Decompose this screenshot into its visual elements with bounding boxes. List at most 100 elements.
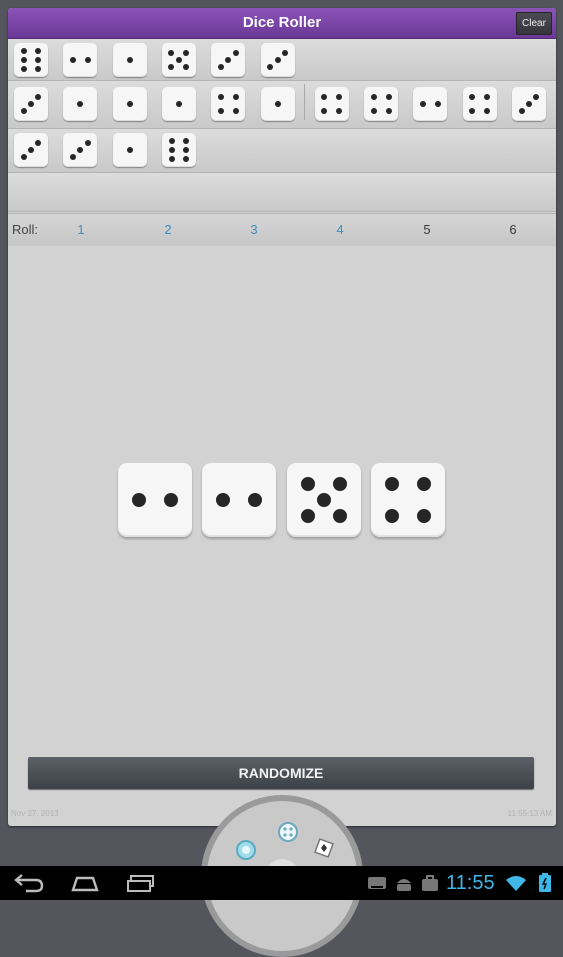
clear-button[interactable]: Clear (516, 12, 552, 35)
roll-option-3[interactable]: 3 (239, 214, 269, 246)
die-pip (21, 65, 28, 72)
die-pip (84, 57, 91, 63)
die-pip (175, 101, 182, 107)
die-pip (131, 493, 146, 507)
die-pip (34, 65, 41, 72)
die-pip (370, 93, 377, 100)
die-pip (28, 101, 34, 107)
die-pip (164, 493, 179, 507)
history-die (112, 87, 147, 121)
die-pip (21, 48, 28, 55)
die-pip (168, 49, 175, 56)
die-pip (84, 139, 91, 146)
roll-selector-bar: Roll: 1 2 3 4 5 6 (8, 213, 556, 246)
die-pip (336, 108, 343, 115)
randomize-button[interactable]: RANDOMIZE (28, 757, 534, 789)
battery-icon (539, 873, 551, 892)
die-pip (169, 147, 176, 153)
roll-label: Roll: (12, 222, 39, 237)
history-row[interactable] (8, 81, 556, 129)
result-die (202, 463, 276, 537)
history-row[interactable] (8, 39, 556, 81)
roll-option-2[interactable]: 2 (153, 214, 183, 246)
recent-apps-icon[interactable] (124, 872, 158, 894)
history-die (63, 43, 98, 77)
die-pip (385, 93, 392, 100)
die-pip (417, 476, 432, 491)
die-pip (34, 57, 41, 63)
die-pip (35, 93, 42, 100)
roll-option-5[interactable]: 5 (412, 214, 442, 246)
die-pip (370, 108, 377, 115)
die-pip (169, 155, 176, 162)
die-pip (533, 93, 540, 100)
die-pip (469, 93, 476, 100)
system-nav-bar: 11:55 (0, 866, 563, 900)
history-die (112, 133, 147, 167)
die-pip (232, 49, 239, 56)
history-die (314, 87, 349, 121)
wifi-icon (506, 876, 526, 891)
coin-icon[interactable] (235, 839, 257, 861)
die-pip (419, 101, 426, 107)
die-pip (126, 147, 133, 153)
die-pip (267, 64, 274, 71)
die-pip (215, 493, 230, 507)
die-pip (126, 101, 133, 107)
die-pip (384, 476, 399, 491)
history-die (63, 133, 98, 167)
die-pip (126, 57, 133, 63)
die-pip (385, 108, 392, 115)
die-pip (274, 57, 281, 63)
title-bar: Dice Roller Clear (8, 8, 556, 39)
card-icon[interactable] (313, 837, 335, 859)
history-die (260, 87, 295, 121)
roll-option-1[interactable]: 1 (66, 214, 96, 246)
die-pip (169, 138, 176, 145)
die-pip (317, 493, 331, 507)
die-pip (168, 64, 175, 71)
die-pip (182, 155, 189, 162)
die-pip (175, 57, 182, 63)
history-die (63, 87, 98, 121)
app-title: Dice Roller (242, 14, 322, 31)
home-icon[interactable] (68, 872, 102, 894)
history-row[interactable] (8, 173, 556, 212)
keyboard-icon (368, 877, 386, 889)
history-die (364, 87, 399, 121)
history-die (260, 43, 295, 77)
dice-icon[interactable] (277, 821, 299, 843)
die-pip (217, 64, 224, 71)
die-pip (69, 57, 76, 63)
history-die (112, 43, 147, 77)
die-pip (434, 101, 441, 107)
roll-option-4[interactable]: 4 (325, 214, 355, 246)
die-pip (248, 493, 263, 507)
die-pip (77, 147, 84, 153)
die-pip (484, 108, 491, 115)
die-pip (281, 49, 288, 56)
die-pip (20, 154, 27, 161)
briefcase-icon (422, 875, 438, 891)
die-pip (182, 138, 189, 145)
die-pip (69, 154, 76, 161)
die-pip (35, 139, 42, 146)
history-die (161, 133, 196, 167)
history-die (211, 43, 246, 77)
status-clock: 11:55 (446, 872, 495, 894)
die-pip (34, 48, 41, 55)
die-pip (300, 476, 315, 491)
roll-option-6[interactable]: 6 (498, 214, 528, 246)
roll-date: Nov 27, 2013 (11, 809, 59, 818)
history-row[interactable] (8, 129, 556, 173)
result-die (287, 463, 361, 537)
history-die (14, 133, 48, 167)
die-pip (484, 93, 491, 100)
back-icon[interactable] (12, 872, 46, 894)
history-die (211, 87, 246, 121)
die-pip (182, 147, 189, 153)
die-pip (518, 108, 525, 115)
die-pip (21, 57, 28, 63)
die-pip (384, 509, 399, 524)
die-pip (183, 64, 190, 71)
